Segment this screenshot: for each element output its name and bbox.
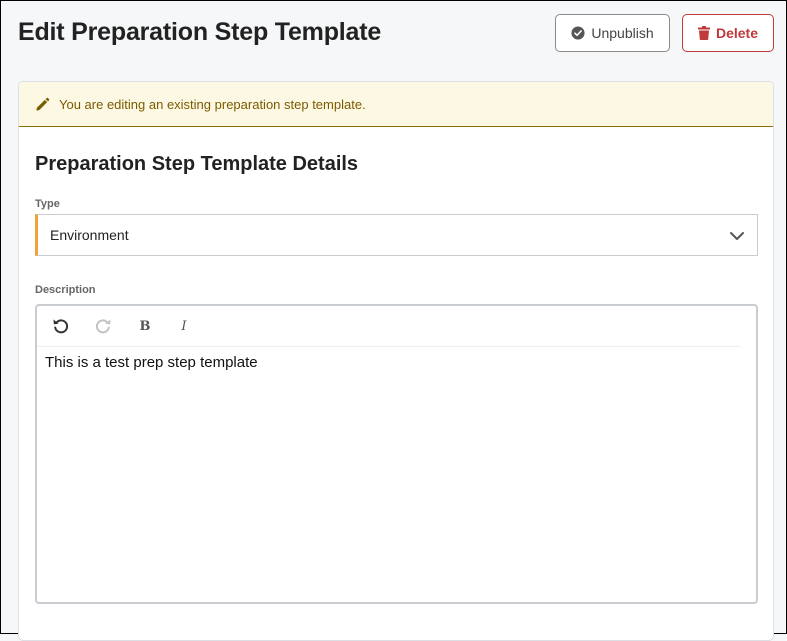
type-label: Type — [35, 198, 60, 210]
page-title: Edit Preparation Step Template — [18, 18, 382, 46]
description-label: Description — [35, 284, 96, 296]
type-select[interactable]: Environment — [35, 214, 758, 256]
alert-message: You are editing an existing preparation … — [59, 96, 366, 112]
editing-alert: You are editing an existing preparation … — [19, 82, 773, 127]
page-header: Edit Preparation Step Template Unpublish… — [1, 1, 786, 67]
section-title: Preparation Step Template Details — [35, 153, 359, 175]
undo-icon — [52, 317, 70, 335]
unpublish-button[interactable]: Unpublish — [555, 14, 670, 52]
delete-button[interactable]: Delete — [682, 14, 774, 52]
description-input[interactable]: This is a test prep step template — [45, 354, 735, 594]
pencil-icon — [35, 97, 50, 112]
chevron-down-icon — [729, 228, 745, 244]
trash-icon — [697, 26, 710, 40]
unpublish-button-label: Unpublish — [591, 25, 654, 41]
italic-button[interactable]: I — [174, 316, 194, 336]
type-select-value: Environment — [50, 227, 129, 243]
template-card: You are editing an existing preparation … — [18, 81, 774, 641]
redo-icon — [94, 317, 112, 335]
bold-button[interactable]: B — [135, 316, 155, 336]
editor-toolbar: B I — [37, 306, 741, 347]
delete-button-label: Delete — [715, 25, 759, 41]
undo-button[interactable] — [51, 316, 71, 336]
description-editor: B I This is a test prep step template — [35, 304, 758, 604]
check-circle-icon — [571, 26, 585, 40]
redo-button[interactable] — [93, 316, 113, 336]
